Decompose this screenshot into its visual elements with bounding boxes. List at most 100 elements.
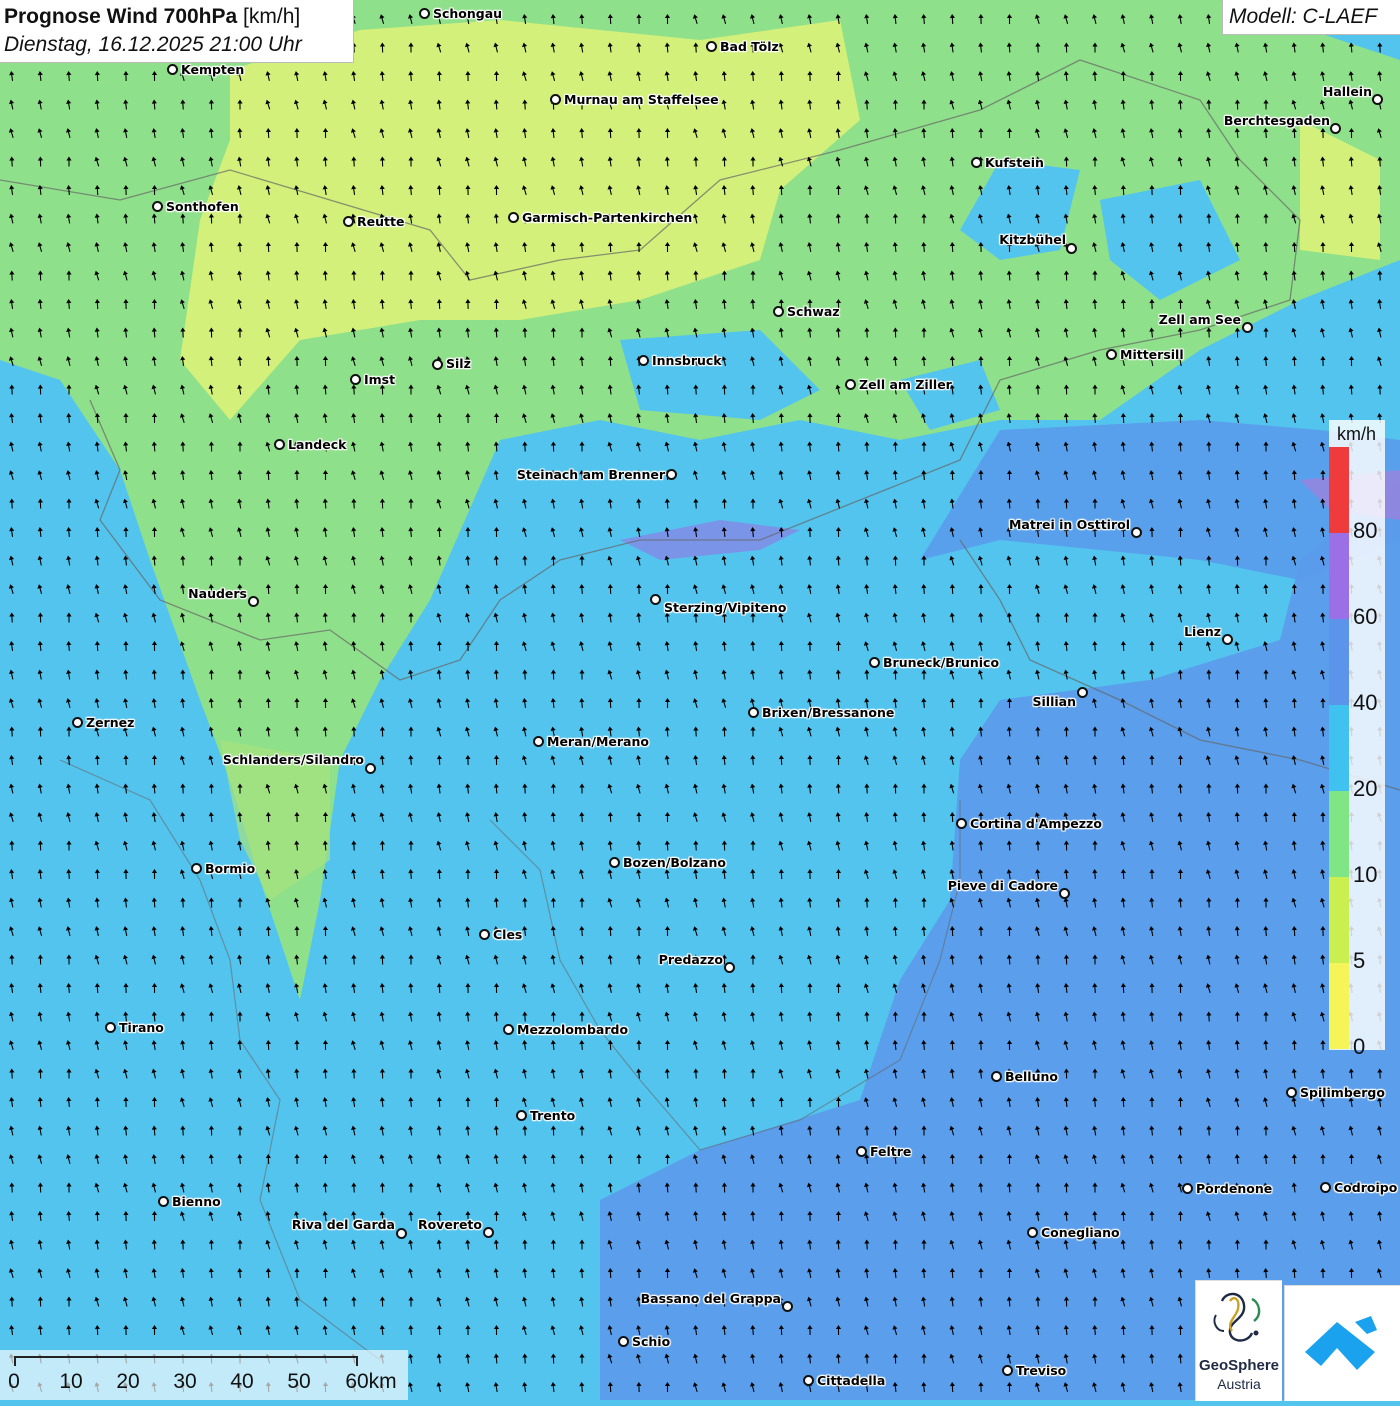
city-marker (869, 657, 880, 668)
city-marker (516, 1110, 527, 1121)
city-marker (991, 1071, 1002, 1082)
city-label: Conegliano (1041, 1226, 1120, 1240)
legend-swatch (1329, 447, 1349, 533)
city-marker (1131, 527, 1142, 538)
city-label: Riva del Garda (292, 1218, 395, 1232)
city-label: Mezzolombardo (517, 1023, 628, 1037)
city-marker (609, 857, 620, 868)
color-legend: km/h 806040201050 (1329, 420, 1385, 1050)
city-marker (666, 469, 677, 480)
city-label: Schwaz (787, 305, 840, 319)
city-label: Bad Tölz (720, 40, 779, 54)
geosphere-emblem-icon (1196, 1281, 1282, 1355)
city-label: Mittersill (1120, 348, 1184, 362)
city-marker (1077, 687, 1088, 698)
city-marker (1286, 1087, 1297, 1098)
legend-swatch (1329, 619, 1349, 705)
geosphere-name: GeoSphere (1196, 1357, 1282, 1374)
city-label: Steinach am Brenner (517, 468, 665, 482)
scale-label: 50 (287, 1370, 310, 1394)
city-label: Treviso (1016, 1364, 1066, 1378)
legend-swatch (1329, 963, 1349, 1049)
city-marker (1066, 243, 1077, 254)
city-marker (856, 1146, 867, 1157)
city-label: Zell am See (1159, 313, 1241, 327)
city-label: Belluno (1005, 1070, 1058, 1084)
city-label: Matrei in Osttirol (1009, 518, 1130, 532)
city-marker (1320, 1182, 1331, 1193)
city-label: Bozen/Bolzano (623, 856, 726, 870)
city-marker (1372, 94, 1383, 105)
city-label: Cortina d'Ampezzo (970, 817, 1102, 831)
city-marker (724, 962, 735, 973)
city-marker (508, 212, 519, 223)
city-label: Berchtesgaden (1224, 114, 1330, 128)
city-marker (419, 8, 430, 19)
city-marker (479, 929, 490, 940)
scale-label: 60km (345, 1370, 396, 1394)
city-marker (396, 1228, 407, 1239)
city-marker (1182, 1183, 1193, 1194)
legend-swatch (1329, 533, 1349, 619)
city-label: Murnau am Staffelsee (564, 93, 719, 107)
city-marker (152, 201, 163, 212)
legend-tick-label: 0 (1353, 1036, 1365, 1058)
city-label: Kitzbühel (999, 233, 1066, 247)
city-marker (105, 1022, 116, 1033)
geosphere-logo[interactable]: GeoSphere Austria (1195, 1280, 1282, 1401)
city-label: Pordenone (1196, 1182, 1272, 1196)
city-marker (248, 596, 259, 607)
city-marker (650, 594, 661, 605)
city-marker (167, 64, 178, 75)
city-marker (1330, 123, 1341, 134)
city-label: Schongau (433, 7, 502, 21)
city-marker (365, 763, 376, 774)
city-marker (845, 379, 856, 390)
city-label: Reutte (357, 215, 404, 229)
city-label: Imst (364, 373, 395, 387)
city-marker (503, 1024, 514, 1035)
city-label: Hallein (1323, 85, 1372, 99)
city-label: Zell am Ziller (859, 378, 952, 392)
legend-swatch (1329, 791, 1349, 877)
city-label: Kufstein (985, 156, 1044, 170)
city-marker (533, 736, 544, 747)
forecast-datetime: Dienstag, 16.12.2025 21:00 Uhr (4, 33, 302, 57)
city-marker (483, 1227, 494, 1238)
map-title: Prognose Wind 700hPa [km/h] (4, 5, 300, 29)
legend-tick-label: 20 (1353, 778, 1377, 800)
city-marker (158, 1196, 169, 1207)
legend-swatch (1329, 705, 1349, 791)
city-label: Feltre (870, 1145, 911, 1159)
scale-label: 40 (230, 1370, 253, 1394)
city-marker (956, 818, 967, 829)
city-label: Rovereto (418, 1218, 482, 1232)
city-marker (1242, 322, 1253, 333)
city-label: Bassano del Grappa (641, 1292, 781, 1306)
city-marker (1222, 634, 1233, 645)
city-label: Meran/Merano (547, 735, 649, 749)
city-marker (1059, 888, 1070, 899)
city-label: Silz (446, 357, 471, 371)
legend-tick-label: 80 (1353, 520, 1377, 542)
legend-unit: km/h (1337, 424, 1376, 445)
city-label: Trento (530, 1109, 575, 1123)
city-label: Sterzing/Vipiteno (664, 601, 787, 615)
city-label: Innsbruck (652, 354, 722, 368)
legend-swatch (1329, 877, 1349, 963)
scale-label: 10 (59, 1370, 82, 1394)
legend-tick-label: 40 (1353, 692, 1377, 714)
city-label: Codroipo (1334, 1181, 1397, 1195)
city-label: Zernez (86, 716, 134, 730)
city-marker (773, 306, 784, 317)
city-marker (1027, 1227, 1038, 1238)
city-label: Sillian (1033, 695, 1076, 709)
city-label: Schlanders/Silandro (223, 753, 364, 767)
map-title-box: Prognose Wind 700hPa [km/h] Dienstag, 16… (0, 0, 354, 63)
city-marker (638, 355, 649, 366)
app-logo[interactable] (1284, 1285, 1400, 1401)
city-label: Bruneck/Brunico (883, 656, 999, 670)
city-label: Pieve di Cadore (948, 879, 1058, 893)
city-marker (550, 94, 561, 105)
city-label: Garmisch-Partenkirchen (522, 211, 692, 225)
